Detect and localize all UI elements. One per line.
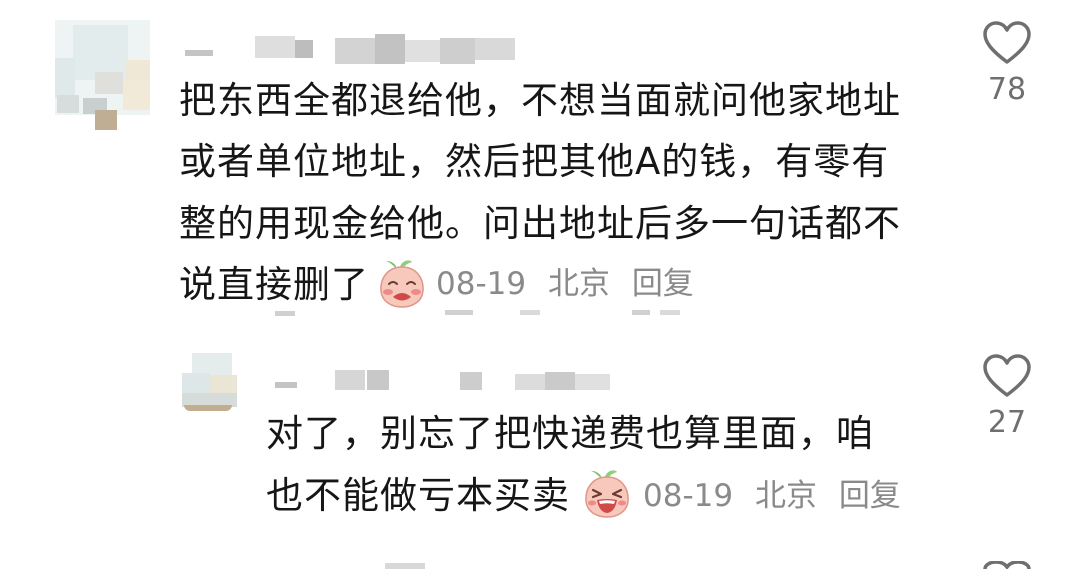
- comment-text-line: 对了，别忘了把快递费也算里面，咱: [266, 412, 874, 455]
- comment-text-line: 也不能做亏本买卖: [266, 474, 570, 517]
- reply-button[interactable]: 回复: [632, 266, 694, 302]
- like-count: 78: [987, 72, 1027, 107]
- heart-icon[interactable]: [982, 561, 1032, 569]
- laughing-peach-emoji: [583, 468, 631, 518]
- comment-meta: 08-19 北京 回复: [643, 476, 913, 516]
- like-button[interactable]: 27: [977, 353, 1037, 441]
- comment-date: 08-19: [436, 266, 527, 302]
- comment-meta: 08-19 北京 回复: [436, 264, 706, 304]
- username-blurred[interactable]: [275, 368, 615, 394]
- like-count: 27: [987, 405, 1027, 440]
- avatar[interactable]: [55, 20, 150, 130]
- avatar[interactable]: [182, 353, 237, 413]
- comment-date: 08-19: [643, 478, 734, 514]
- comment-location: 北京: [754, 478, 817, 514]
- comment-text-line: 把东西全都退给他，不想当面就问他家地址: [179, 79, 901, 122]
- like-button[interactable]: 78: [977, 20, 1037, 108]
- comment-text-line: 或者单位地址，然后把其他A的钱，有零有: [179, 140, 890, 183]
- comment-text-line: 整的用现金给他。问出地址后多一句话都不: [179, 202, 901, 245]
- username-blurred[interactable]: [185, 30, 525, 68]
- heart-icon: [983, 354, 1031, 397]
- reply-button[interactable]: 回复: [839, 478, 901, 514]
- crying-peach-emoji: [378, 258, 426, 308]
- comment-text-line: 说直接删了: [179, 263, 369, 306]
- heart-icon: [983, 21, 1031, 64]
- comment-location: 北京: [547, 266, 610, 302]
